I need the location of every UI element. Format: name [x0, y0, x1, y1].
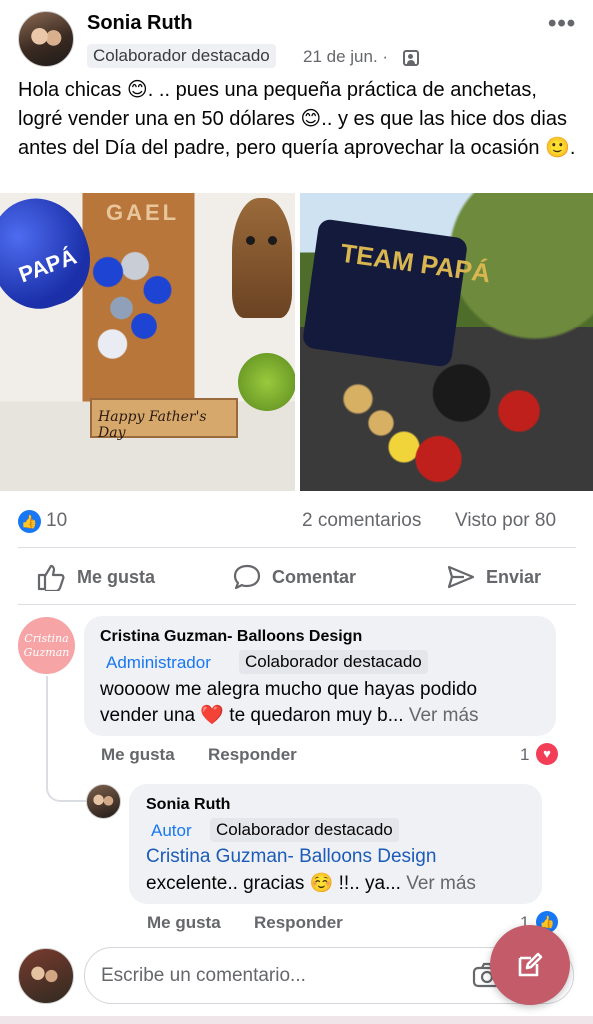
author-badge: Colaborador destacado [87, 44, 276, 68]
reply-author-avatar[interactable] [86, 784, 121, 819]
comment-reply-button[interactable]: Responder [208, 745, 297, 765]
post-header: Sonia Ruth Colaborador destacado 21 de j… [0, 0, 593, 78]
like-button[interactable]: Me gusta [37, 562, 155, 592]
reply-badge: Colaborador destacado [210, 818, 399, 842]
edit-icon [518, 952, 543, 977]
send-button[interactable]: Enviar [446, 562, 541, 592]
reply-mention-link[interactable]: Cristina Guzman- Balloons Design [146, 846, 436, 868]
comment-count[interactable]: 2 comentarios [302, 510, 421, 532]
comment-button[interactable]: Comentar [232, 562, 356, 592]
reply-bubble[interactable]: Sonia Ruth Autor Colaborador destacado C… [129, 784, 542, 904]
comment-text: vender una ❤️ te quedaron muy b... [100, 705, 404, 726]
reply-text-line: excelente.. gracias ☺️ !!.. ya... Ver má… [146, 870, 476, 897]
comment-bubble[interactable]: Cristina Guzman- Balloons Design Adminis… [84, 616, 556, 736]
post-photo-right[interactable]: TEAM PAPÁ [300, 193, 593, 491]
thread-line [46, 676, 86, 802]
seen-by[interactable]: Visto por 80 [455, 510, 556, 532]
photo-balloon-cluster [90, 248, 180, 368]
comment-button-label: Comentar [272, 566, 357, 587]
post-stats: 👍 10 2 comentarios Visto por 80 [0, 504, 593, 538]
reply-reply-button[interactable]: Responder [254, 913, 343, 933]
photo-crate-text: Happy Father's Day [98, 409, 207, 441]
reply-text: excelente.. gracias ☺️ !!.. ya... [146, 873, 401, 894]
see-more-link[interactable]: Ver más [409, 705, 479, 726]
comment-like-button[interactable]: Me gusta [101, 745, 175, 765]
author-name[interactable]: Sonia Ruth [87, 12, 193, 35]
comment-role-badge: Administrador [106, 653, 211, 672]
composer-avatar [18, 948, 74, 1004]
send-icon [447, 565, 475, 589]
like-reaction-icon[interactable]: 👍 [18, 510, 41, 533]
comment-text-line2: vender una ❤️ te quedaron muy b... Ver m… [100, 702, 479, 729]
post-actions: Me gusta Comentar Enviar [0, 552, 593, 602]
heart-reaction-icon: ♥ [536, 743, 558, 765]
commenter-avatar-text: Cristina Guzman [23, 632, 70, 659]
send-button-label: Enviar [486, 566, 542, 587]
divider [18, 604, 576, 605]
comment-text-line1: woooow me alegra mucho que hayas podido [100, 679, 478, 700]
photo-door-text: GAEL [106, 200, 180, 225]
comment-reaction-count[interactable]: 1 [520, 745, 529, 765]
compose-post-button[interactable] [490, 925, 570, 1005]
photo-gift-basket [335, 363, 565, 483]
like-button-label: Me gusta [77, 566, 156, 587]
bottom-strip [0, 1016, 593, 1024]
post-photo-left[interactable]: GAEL PAPÁ Happy Father's Day [0, 193, 295, 491]
comment-author[interactable]: Cristina Guzman- Balloons Design [100, 628, 362, 646]
reply-like-button[interactable]: Me gusta [147, 913, 221, 933]
like-count[interactable]: 10 [46, 510, 67, 532]
photo-black-balloon [301, 218, 469, 368]
group-icon [403, 50, 419, 66]
author-avatar[interactable] [18, 11, 74, 67]
reply-author[interactable]: Sonia Ruth [146, 796, 230, 814]
comment-badge: Colaborador destacado [239, 650, 428, 674]
reply-role-badge: Autor [151, 821, 192, 840]
photo-plant [238, 353, 295, 411]
photo-groot-figure [232, 198, 292, 318]
photo-crate: Happy Father's Day [90, 398, 238, 441]
divider [18, 547, 576, 548]
like-icon [37, 564, 65, 591]
commenter-avatar[interactable]: Cristina Guzman [18, 617, 75, 674]
more-dots-icon[interactable]: ••• [548, 10, 576, 38]
post-text: Hola chicas 😊. .. pues una pequeña práct… [18, 79, 576, 159]
post-date[interactable]: 21 de jun. · [303, 47, 388, 67]
see-more-link[interactable]: Ver más [406, 873, 476, 894]
comment-icon [233, 564, 261, 590]
